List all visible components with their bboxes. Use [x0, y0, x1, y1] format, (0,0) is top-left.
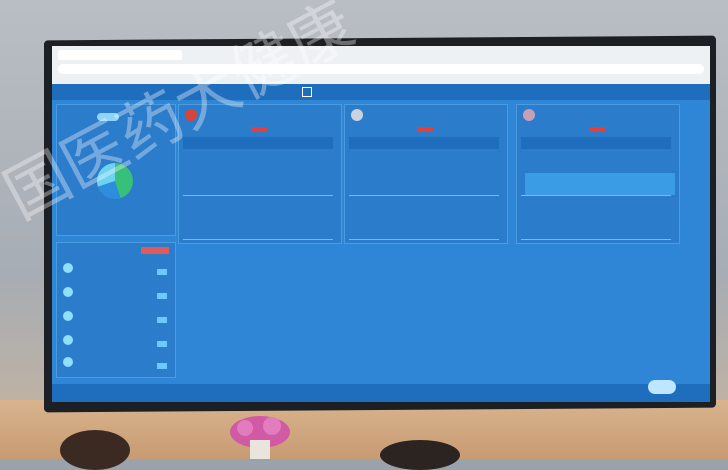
alert-icon — [63, 311, 73, 321]
avatar — [351, 109, 363, 121]
list-item[interactable] — [63, 285, 167, 305]
list-item[interactable] — [63, 333, 167, 353]
list-header-badge — [141, 247, 169, 254]
alert-icon — [63, 263, 73, 273]
area-fill — [525, 173, 675, 195]
trend-chart — [349, 157, 499, 196]
overview-panel — [56, 104, 176, 236]
flower-plant — [230, 416, 290, 459]
list-item[interactable] — [63, 309, 167, 329]
trend-chart — [183, 201, 333, 240]
stats-row — [521, 137, 671, 149]
list-item[interactable] — [63, 261, 167, 281]
alert-icon — [63, 357, 73, 367]
status-badge — [417, 127, 433, 132]
audience-head — [60, 430, 130, 470]
view-button[interactable] — [157, 293, 167, 299]
device-card[interactable] — [516, 104, 680, 244]
browser-tab[interactable] — [58, 50, 182, 60]
avatar — [185, 109, 197, 121]
trend-chart — [349, 201, 499, 240]
view-button[interactable] — [157, 363, 167, 369]
device-card[interactable] — [178, 104, 342, 244]
list-item[interactable] — [63, 355, 167, 375]
trend-chart — [521, 201, 671, 240]
avatar — [523, 109, 535, 121]
address-bar[interactable] — [58, 64, 704, 74]
display-screen — [52, 46, 710, 402]
view-button[interactable] — [157, 341, 167, 347]
alert-icon — [63, 335, 73, 345]
overview-tab-button[interactable] — [97, 113, 119, 121]
alert-list-panel — [56, 242, 176, 378]
trend-chart — [183, 157, 333, 196]
status-badge — [251, 127, 267, 132]
device-card[interactable] — [344, 104, 508, 244]
view-button[interactable] — [157, 269, 167, 275]
app-header — [52, 84, 710, 100]
stats-row — [349, 137, 499, 149]
browser-toolbar — [52, 46, 710, 84]
os-taskbar — [52, 384, 710, 402]
audience-head — [380, 440, 460, 470]
trend-chart — [521, 157, 675, 196]
app-logo-icon — [302, 87, 312, 97]
view-button[interactable] — [157, 317, 167, 323]
floating-toggle-button[interactable] — [648, 380, 676, 394]
status-badge — [589, 127, 605, 132]
stats-row — [183, 137, 333, 149]
distribution-pie-chart — [97, 163, 133, 199]
alert-icon — [63, 287, 73, 297]
